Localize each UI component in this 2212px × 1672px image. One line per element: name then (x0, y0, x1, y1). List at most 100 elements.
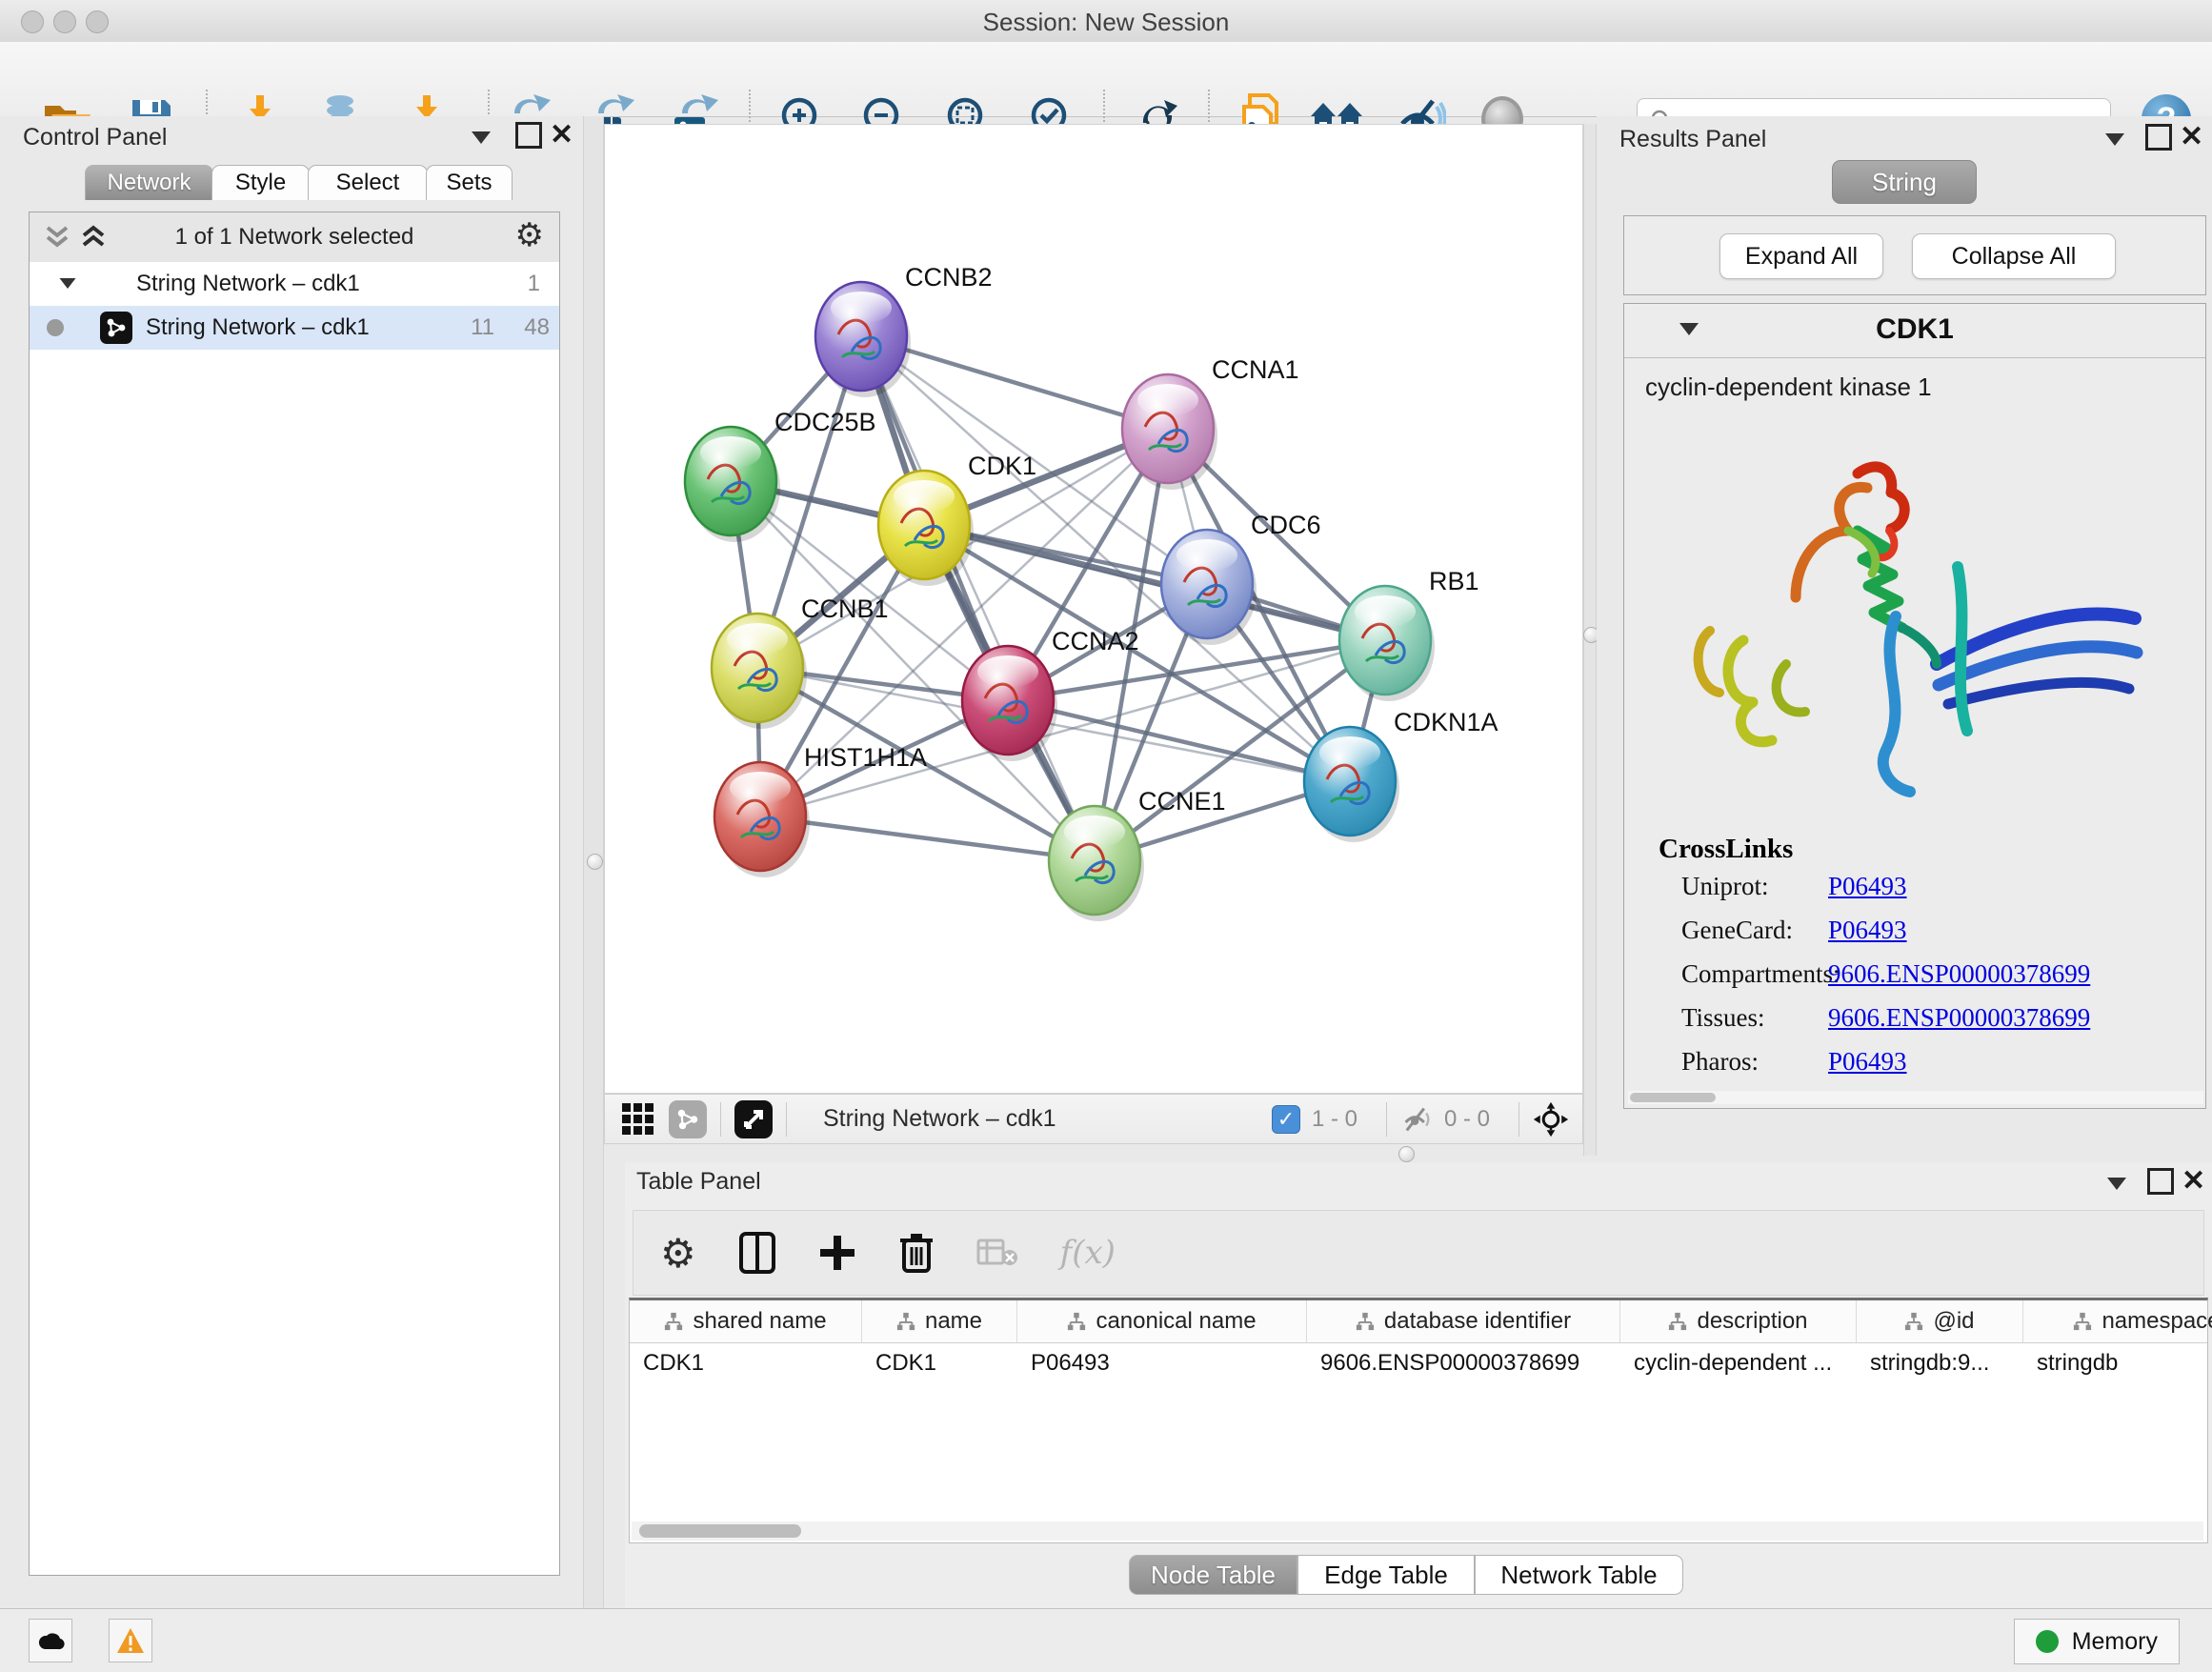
show-columns-icon[interactable] (738, 1231, 776, 1275)
crosslink-value-tissues-[interactable]: 9606.ENSP00000378699 (1828, 1003, 2090, 1033)
selected-items-checkbox[interactable]: ✓ (1272, 1105, 1300, 1134)
bottom-splitter[interactable] (604, 1144, 1583, 1162)
node-label-CCNA2: CCNA2 (1052, 627, 1139, 655)
crosslink-value-pharos-[interactable]: P06493 (1828, 1047, 1907, 1077)
tree-icon (1668, 1312, 1687, 1331)
table-scrollbar-thumb[interactable] (639, 1524, 801, 1538)
node-label-HIST1H1A: HIST1H1A (804, 743, 927, 772)
crosslink-value-compartments-[interactable]: 9606.ENSP00000378699 (1828, 959, 2090, 989)
table-options-gear-icon[interactable]: ⚙ (660, 1230, 696, 1277)
collapse-all-button[interactable]: Collapse All (1912, 233, 2116, 279)
tree-icon (2073, 1312, 2092, 1331)
tab-sets[interactable]: Sets (426, 165, 513, 200)
reset-view-crosshair-icon[interactable] (1533, 1101, 1569, 1138)
collection-row[interactable]: String Network – cdk1 1 (30, 262, 559, 306)
cell-name[interactable]: CDK1 (862, 1342, 1017, 1384)
control-panel-float-button[interactable] (472, 131, 491, 149)
results-panel-maximize-button[interactable] (2145, 124, 2172, 151)
control-panel-maximize-button[interactable] (515, 122, 542, 149)
results-panel-float-button[interactable] (2105, 133, 2124, 151)
node-label-CDKN1A: CDKN1A (1394, 708, 1498, 736)
node-CCNB2[interactable]: CCNB2 (815, 263, 993, 397)
grid-view-icon[interactable] (622, 1103, 654, 1135)
node-label-RB1: RB1 (1429, 567, 1479, 595)
cell-canonical-name[interactable]: P06493 (1017, 1342, 1307, 1384)
column-header-label: database identifier (1384, 1308, 1571, 1335)
left-splitter[interactable] (583, 116, 604, 1608)
node-CDC6[interactable]: CDC6 (1161, 511, 1321, 645)
cell-namespace[interactable]: stringdb (2023, 1342, 2212, 1384)
bottom-splitter-handle[interactable] (1398, 1146, 1415, 1162)
network-row-selected[interactable]: String Network – cdk1 11 48 (30, 306, 559, 350)
memory-button[interactable]: Memory (2014, 1619, 2180, 1664)
table-toolbar: ⚙ f(x) (633, 1210, 2204, 1296)
cell-database-identifier[interactable]: 9606.ENSP00000378699 (1307, 1342, 1620, 1384)
edge-CCNB2-CCNE1[interactable] (861, 336, 1095, 860)
cloud-status-button[interactable] (29, 1619, 72, 1662)
column-header-label: description (1697, 1308, 1807, 1335)
function-builder-button-disabled: f(x) (1060, 1234, 1116, 1272)
card-scrollbar[interactable] (1628, 1091, 2203, 1104)
column-header-canonical-name[interactable]: canonical name (1017, 1300, 1307, 1342)
network-options-gear-icon[interactable]: ⚙ (515, 216, 544, 254)
tab-string[interactable]: String (1832, 160, 1977, 204)
column-header-description[interactable]: description (1620, 1300, 1857, 1342)
results-panel-close-button[interactable]: ✕ (2180, 120, 2203, 153)
cell-description[interactable]: cyclin-dependent ... (1620, 1342, 1857, 1384)
column-header--id[interactable]: @id (1857, 1300, 2023, 1342)
node-RB1[interactable]: RB1 (1339, 567, 1479, 701)
network-view-title: String Network – cdk1 (823, 1105, 1056, 1133)
column-header-namespace[interactable]: namespace (2023, 1300, 2212, 1342)
column-header-name[interactable]: name (862, 1300, 1017, 1342)
network-edge-count: 48 (524, 314, 550, 341)
tab-style[interactable]: Style (211, 165, 310, 200)
left-splitter-handle[interactable] (587, 854, 603, 870)
detach-view-button[interactable] (734, 1100, 773, 1138)
tab-select[interactable]: Select (308, 165, 428, 200)
create-column-plus-icon[interactable] (818, 1234, 856, 1272)
cell-shared-name[interactable]: CDK1 (630, 1342, 862, 1384)
hidden-counts: 0 - 0 (1444, 1106, 1490, 1133)
node-label-CCNE1: CCNE1 (1138, 787, 1226, 816)
hidden-items-eye-slash-icon[interactable] (1400, 1105, 1433, 1134)
collapse-all-label: Collapse All (1952, 243, 2077, 271)
table-horizontal-scrollbar[interactable] (632, 1521, 2203, 1541)
node-HIST1H1A[interactable]: HIST1H1A (714, 743, 927, 877)
delete-column-trash-icon[interactable] (898, 1231, 935, 1275)
delete-table-icon-disabled (976, 1237, 1018, 1269)
tab-network[interactable]: Network (85, 165, 213, 200)
collection-expand-icon[interactable] (60, 278, 76, 289)
control-panel-tabs: NetworkStyleSelectSets (0, 165, 583, 200)
network-canvas[interactable]: CCNB2CCNA1CDC25BCDK1CDC6RB1CCNB1CCNA2CDK… (604, 124, 1583, 1094)
tab-edge-table[interactable]: Edge Table (1297, 1555, 1475, 1595)
crosslink-label-uniprot-: Uniprot: (1681, 872, 1769, 901)
node-CDKN1A[interactable]: CDKN1A (1304, 708, 1498, 842)
right-splitter[interactable] (1583, 124, 1597, 1156)
tab-node-table[interactable]: Node Table (1129, 1555, 1297, 1595)
tab-network-table[interactable]: Network Table (1475, 1555, 1683, 1595)
network-type-icon (100, 312, 132, 344)
gene-card-header[interactable]: CDK1 (1624, 304, 2205, 358)
cell--id[interactable]: stringdb:9... (1857, 1342, 2023, 1384)
expand-all-button[interactable]: Expand All (1719, 233, 1883, 279)
node-table-data-row[interactable]: CDK1CDK1P064939606.ENSP00000378699cyclin… (630, 1342, 2207, 1384)
card-scrollbar-thumb[interactable] (1630, 1093, 1716, 1102)
column-header-label: canonical name (1096, 1308, 1256, 1335)
warnings-button[interactable] (109, 1619, 152, 1662)
node-CCNE1[interactable]: CCNE1 (1049, 787, 1226, 921)
birdseye-toggle-button[interactable] (669, 1100, 707, 1138)
control-panel-close-button[interactable]: ✕ (550, 118, 573, 151)
table-panel-float-button[interactable] (2107, 1178, 2126, 1195)
crosslink-value-uniprot-[interactable]: P06493 (1828, 872, 1907, 901)
cloud-icon (36, 1628, 65, 1653)
column-header-database-identifier[interactable]: database identifier (1307, 1300, 1620, 1342)
tree-icon (664, 1312, 683, 1331)
table-panel-maximize-button[interactable] (2147, 1168, 2174, 1195)
column-header-shared-name[interactable]: shared name (630, 1300, 862, 1342)
edge-HIST1H1A-CCNE1[interactable] (760, 816, 1095, 860)
memory-status-dot (2036, 1630, 2059, 1653)
gene-card-cdk1: CDK1 cyclin-dependent kinase 1 (1623, 303, 2206, 1109)
node-CCNB1[interactable]: CCNB1 (712, 594, 889, 729)
table-panel-close-button[interactable]: ✕ (2182, 1164, 2205, 1198)
crosslink-value-genecard-[interactable]: P06493 (1828, 916, 1907, 945)
